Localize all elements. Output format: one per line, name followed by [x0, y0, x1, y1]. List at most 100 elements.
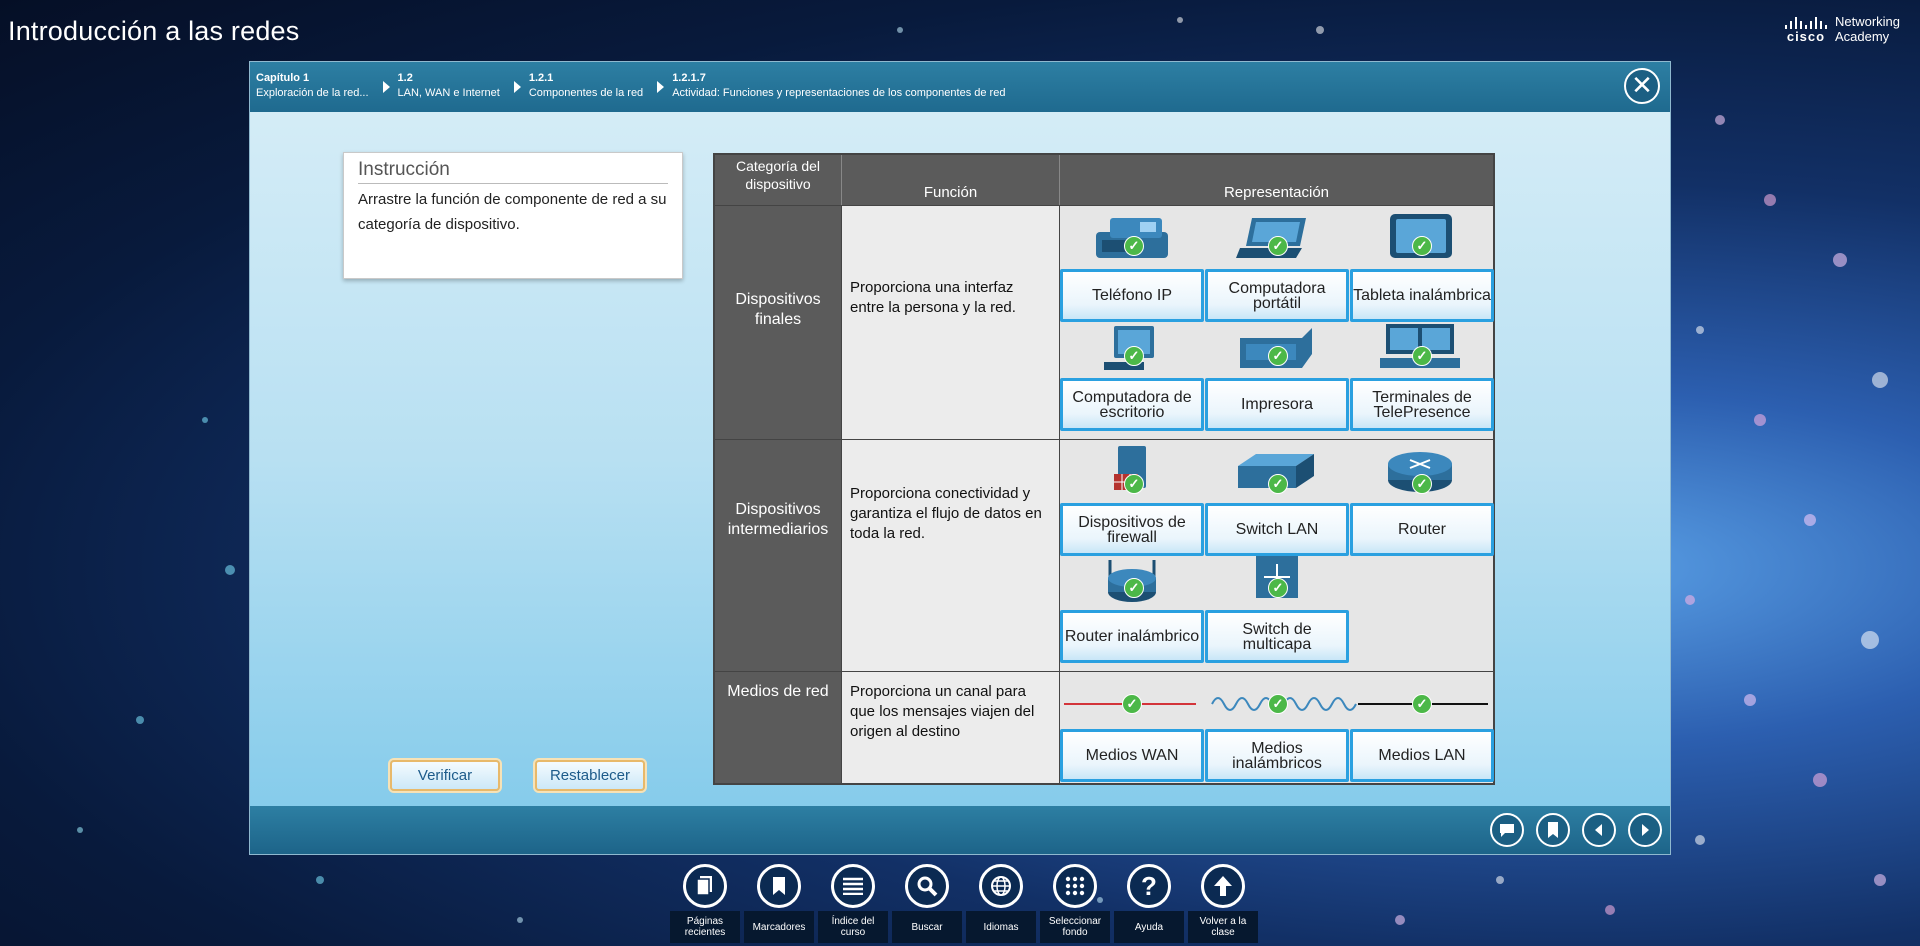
bookmarks-button[interactable]: Marcadores: [744, 864, 814, 943]
instruction-panel: Instrucción Arrastre la función de compo…: [343, 152, 683, 279]
header-representation: Representación: [1059, 155, 1493, 205]
search-button[interactable]: Buscar: [892, 864, 962, 943]
breadcrumb-activity[interactable]: 1.2.1.7 Actividad: Funciones y represent…: [657, 71, 1005, 101]
cisco-word: cisco: [1786, 28, 1826, 44]
recent-pages-button[interactable]: Páginas recientes: [670, 864, 740, 943]
list-icon: [831, 864, 875, 908]
check-icon: ✓: [1412, 346, 1432, 366]
breadcrumb-subsection-num: 1.2.1: [528, 72, 554, 84]
tile-wireless-media[interactable]: Medios inalámbricos: [1205, 729, 1349, 782]
tile-telepresence[interactable]: Terminales de TelePresence: [1350, 378, 1494, 431]
chevron-right-icon: [513, 81, 521, 93]
check-icon: ✓: [1268, 578, 1288, 598]
tool-label: Ayuda: [1114, 911, 1184, 943]
check-icon: ✓: [1268, 474, 1288, 494]
brand-line2: Academy: [1834, 29, 1890, 44]
check-icon: ✓: [1124, 578, 1144, 598]
table-header: Categoría del dispositivo Función Repres…: [715, 155, 1493, 205]
check-icon: ✓: [1412, 236, 1432, 256]
check-icon: ✓: [1124, 346, 1144, 366]
arrow-left-icon: [1595, 824, 1602, 836]
close-icon: ✕: [1631, 70, 1653, 100]
help-icon: ?: [1127, 864, 1171, 908]
breadcrumb-chapter[interactable]: Capítulo 1 Exploración de la red...: [256, 71, 369, 101]
category-network-media: Medios de red: [715, 671, 841, 783]
tile-firewall[interactable]: Dispositivos de firewall: [1060, 503, 1204, 556]
previous-button[interactable]: [1582, 813, 1616, 847]
activity-table: Categoría del dispositivo Función Repres…: [713, 153, 1495, 785]
bookmark-icon: [1548, 822, 1558, 838]
check-icon: ✓: [1268, 236, 1288, 256]
tile-printer[interactable]: Impresora: [1205, 378, 1349, 431]
verify-button[interactable]: Verificar: [390, 760, 500, 791]
breadcrumb-subsection-label: Componentes de la red: [528, 87, 644, 99]
check-icon: ✓: [1124, 236, 1144, 256]
comment-button[interactable]: [1490, 813, 1524, 847]
tile-multilayer-switch[interactable]: Switch de multicapa: [1205, 610, 1349, 663]
breadcrumb: Capítulo 1 Exploración de la red... 1.2 …: [250, 62, 1670, 112]
tool-label: Índice del curso: [818, 911, 888, 943]
category-end-devices: Dispositivos finales: [715, 205, 841, 439]
representation-intermediary-devices: ✓ ✓ ✓ Dispositivos de firewall Switch LA…: [1059, 439, 1494, 671]
function-network-media[interactable]: Proporciona un canal para que los mensaj…: [841, 671, 1059, 783]
tile-laptop[interactable]: Computadora portátil: [1205, 269, 1349, 322]
tile-wireless-router[interactable]: Router inalámbrico: [1060, 610, 1204, 663]
networking-academy-text: Networking Academy: [1835, 14, 1900, 44]
up-arrow-icon: [1201, 864, 1245, 908]
check-icon: ✓: [1268, 694, 1288, 714]
next-button[interactable]: [1628, 813, 1662, 847]
pages-icon: [683, 864, 727, 908]
tile-wan-media[interactable]: Medios WAN: [1060, 729, 1204, 782]
chevron-right-icon: [657, 81, 665, 93]
comment-icon: [1500, 824, 1514, 837]
breadcrumb-activity-label: Actividad: Funciones y representaciones …: [672, 87, 1006, 99]
select-background-button[interactable]: Seleccionar fondo: [1040, 864, 1110, 943]
function-end-devices[interactable]: Proporciona una interfaz entre la person…: [841, 205, 1059, 439]
header-function: Función: [841, 155, 1059, 205]
tool-label: Páginas recientes: [670, 911, 740, 943]
tool-label: Idiomas: [966, 911, 1036, 943]
tile-desktop[interactable]: Computadora de escritorio: [1060, 378, 1204, 431]
chevron-right-icon: [382, 81, 390, 93]
breadcrumb-section-label: LAN, WAN e Internet: [397, 87, 500, 99]
tile-router[interactable]: Router: [1350, 503, 1494, 556]
tile-lan-media[interactable]: Medios LAN: [1350, 729, 1494, 782]
grid-icon: [1053, 864, 1097, 908]
cisco-networking-academy-logo: cisco Networking Academy: [1784, 14, 1900, 44]
arrow-right-icon: [1642, 824, 1649, 836]
tile-tablet[interactable]: Tableta inalámbrica: [1350, 269, 1494, 322]
tile-ip-phone[interactable]: Teléfono IP: [1060, 269, 1204, 322]
app-title: Introducción a las redes: [8, 16, 300, 46]
course-index-button[interactable]: Índice del curso: [818, 864, 888, 943]
instruction-title: Instrucción: [358, 159, 668, 184]
check-icon: ✓: [1122, 694, 1142, 714]
cisco-bars-icon: [1784, 15, 1827, 29]
bottom-toolbar: Páginas recientes Marcadores Índice del …: [670, 864, 1258, 943]
breadcrumb-chapter-num: Capítulo 1: [256, 72, 310, 84]
help-button[interactable]: ? Ayuda: [1114, 864, 1184, 943]
activity-window: Capítulo 1 Exploración de la red... 1.2 …: [249, 61, 1671, 855]
globe-icon: [979, 864, 1023, 908]
close-button[interactable]: ✕: [1624, 68, 1660, 104]
breadcrumb-section-num: 1.2: [397, 72, 413, 84]
tool-label: Volver a la clase: [1188, 911, 1258, 943]
check-icon: ✓: [1124, 474, 1144, 494]
check-icon: ✓: [1412, 474, 1432, 494]
header-category: Categoría del dispositivo: [735, 158, 821, 192]
bookmark-button[interactable]: [1536, 813, 1570, 847]
search-icon: [905, 864, 949, 908]
breadcrumb-chapter-label: Exploración de la red...: [256, 87, 369, 99]
category-intermediary-devices: Dispositivos intermediarios: [715, 439, 841, 671]
function-intermediary-devices[interactable]: Proporciona conectividad y garantiza el …: [841, 439, 1059, 671]
breadcrumb-subsection[interactable]: 1.2.1 Componentes de la red: [513, 71, 644, 101]
back-to-class-button[interactable]: Volver a la clase: [1188, 864, 1258, 943]
check-icon: ✓: [1412, 694, 1432, 714]
cisco-mark: cisco: [1784, 15, 1827, 44]
breadcrumb-section[interactable]: 1.2 LAN, WAN e Internet: [382, 71, 500, 101]
languages-button[interactable]: Idiomas: [966, 864, 1036, 943]
tile-lan-switch[interactable]: Switch LAN: [1205, 503, 1349, 556]
representation-network-media: ✓ ✓ ✓ Medios WAN Medios inalámbricos Med…: [1059, 671, 1494, 783]
tool-label: Marcadores: [744, 911, 814, 943]
tool-label: Buscar: [892, 911, 962, 943]
reset-button[interactable]: Restablecer: [535, 760, 645, 791]
